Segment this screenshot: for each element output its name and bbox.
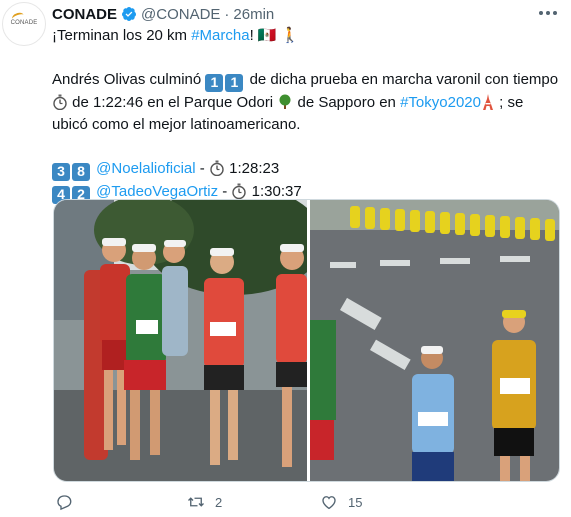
author-handle[interactable]: @CONADE (141, 6, 220, 23)
tweet-line-1: ¡Terminan los 20 km #Marcha! 🇲🇽 🚶 (52, 25, 552, 47)
keycap-digit: 3 (52, 163, 70, 181)
tweet-line-4: ubicó como el mejor latinoamericano. (52, 114, 552, 136)
text-segment: de Sapporo en (293, 94, 401, 111)
keycap-digit: 1 (205, 74, 224, 92)
tweet-timestamp[interactable]: 26min (233, 6, 274, 23)
result-time: 1:30:37 (247, 183, 302, 200)
tweet-text: ¡Terminan los 20 km #Marcha! 🇲🇽 🚶 Andrés… (52, 25, 558, 204)
text-segment: ¡Terminan los 20 km (52, 27, 192, 44)
more-options-icon[interactable] (537, 6, 559, 20)
reply-button[interactable] (55, 493, 83, 511)
stopwatch-icon (210, 160, 224, 176)
text-segment: de dicha prueba en marcha varonil con ti… (245, 71, 559, 88)
like-icon (322, 496, 336, 510)
mention-noelalioficial[interactable]: @Noelalioficial (96, 160, 195, 177)
retweet-count: 2 (215, 494, 223, 510)
race-walkers-photo[interactable] (54, 200, 307, 482)
tweet-header: CONADE @CONADE · 26min (52, 4, 274, 24)
tweet-line-3: de 1:22:46 en el Parque Odori de Sapporo… (52, 92, 552, 114)
keycap-digit: 8 (72, 163, 90, 181)
tweet-actions-bar: 2 15 (0, 493, 571, 515)
result-time: 1:28:23 (224, 160, 280, 177)
result-dash: - (195, 160, 209, 177)
tree-icon (279, 94, 291, 109)
tweet-media[interactable] (53, 199, 560, 482)
author-avatar[interactable]: CONADE (2, 2, 46, 46)
stopwatch-icon (53, 94, 67, 110)
result-row: 38 @Noelalioficial - 1:28:23 (52, 158, 552, 181)
retweet-icon (188, 497, 204, 507)
hashtag-marcha[interactable]: #Marcha (191, 27, 249, 44)
text-segment: ubicó como el mejor latinoamericano. (52, 116, 301, 133)
avatar-logo-text: CONADE (10, 20, 38, 26)
mention-tadeovegaortiz[interactable]: @TadeoVegaOrtiz (96, 183, 218, 200)
text-segment: de 1:22:46 en el Parque Odori (68, 94, 278, 111)
text-segment: ! 🇲🇽 🚶 (249, 27, 300, 44)
verified-badge-icon (122, 7, 137, 21)
reply-icon (57, 495, 72, 511)
like-button[interactable]: 15 (320, 493, 362, 511)
keycap-digit: 1 (225, 74, 244, 92)
road-walkers-photo[interactable] (310, 200, 560, 482)
result-dash: - (218, 183, 232, 200)
stopwatch-icon (232, 183, 247, 199)
tower-icon (482, 94, 493, 110)
header-separator: · (224, 5, 230, 23)
hashtag-tokyo2020[interactable]: #Tokyo2020 (400, 94, 481, 111)
author-name[interactable]: CONADE (52, 6, 117, 23)
like-count: 15 (348, 494, 363, 510)
retweet-button[interactable]: 2 (187, 493, 222, 511)
tweet-line-2: Andrés Olivas culminó 11 de dicha prueba… (52, 69, 558, 92)
text-segment: ; se (494, 94, 524, 111)
text-segment: Andrés Olivas culminó (52, 71, 206, 88)
tweet-card[interactable]: CONADE CONADE @CONADE · 26min ¡Terminan … (0, 0, 571, 517)
